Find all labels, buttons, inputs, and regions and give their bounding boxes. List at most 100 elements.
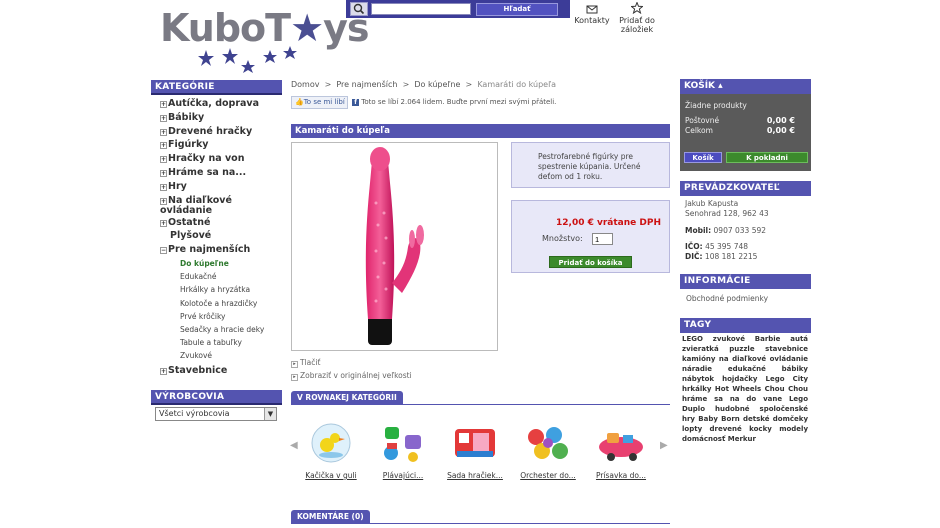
category-item[interactable]: + Na diaľkové ovládanie <box>160 194 285 216</box>
add-to-cart-button[interactable]: Pridať do košíka <box>549 256 632 268</box>
tag-link[interactable]: drevené <box>710 425 742 433</box>
category-item-expanded[interactable]: − Pre najmenších <box>160 243 285 257</box>
tag-link[interactable]: Merkur <box>728 435 756 443</box>
tag-link[interactable]: kamióny <box>682 355 715 363</box>
tag-link[interactable]: modely <box>779 425 808 433</box>
tag-link[interactable]: zvukové <box>713 335 745 343</box>
tag-link[interactable]: vane <box>763 395 782 403</box>
subcategory-item[interactable]: Do kúpeľne <box>160 257 285 270</box>
category-list: + Autíčka, doprava + Bábiky + Drevené hračk… <box>160 97 285 378</box>
category-item[interactable]: + Hráme sa na... <box>160 166 285 180</box>
related-product[interactable]: Orchester do... <box>514 421 582 480</box>
cart-header[interactable]: KOŠÍK ▴ <box>680 79 811 94</box>
subcategory-item[interactable]: Edukačné <box>160 270 285 283</box>
tag-link[interactable]: edukačné <box>728 365 766 373</box>
tag-link[interactable]: stavebnice <box>765 345 808 353</box>
tag-link[interactable]: City <box>793 375 808 383</box>
comments-tabbar: KOMENTÁRE (0) <box>291 510 670 524</box>
breadcrumb-link[interactable]: Do kúpeľne <box>414 80 460 89</box>
related-product[interactable]: Kačička v guli <box>297 421 365 480</box>
tag-link[interactable]: domácnosť <box>682 435 725 443</box>
tag-link[interactable]: Lego <box>765 375 784 383</box>
tag-link[interactable]: Born <box>721 415 740 423</box>
subcategory-item[interactable]: Hrkálky a hryzátka <box>160 283 285 296</box>
tag-link[interactable]: hry <box>682 415 695 423</box>
breadcrumb-link[interactable]: Domov <box>291 80 319 89</box>
contacts-link[interactable]: Kontakty <box>572 4 612 25</box>
tag-link[interactable]: Wheels <box>732 385 761 393</box>
original-size-link[interactable]: ▸ Zobraziť v originálnej veľkosti <box>291 371 412 381</box>
related-product[interactable]: Sada hračiek... <box>441 421 509 480</box>
tag-link[interactable]: Chou <box>788 385 808 393</box>
subcategory-item[interactable]: Prvé krôčiky <box>160 310 285 323</box>
tag-link[interactable]: náradie <box>682 365 712 373</box>
tag-link[interactable]: kocky <box>749 425 772 433</box>
tag-link[interactable]: autá <box>790 335 808 343</box>
subcategory-item[interactable]: Zvukové <box>160 349 285 362</box>
category-item[interactable]: + Hračky na von <box>160 152 285 166</box>
checkout-button[interactable]: K pokladni <box>726 152 808 163</box>
info-header: INFORMÁCIE <box>680 274 811 289</box>
tag-link[interactable]: Duplo <box>682 405 705 413</box>
subcategory-item[interactable]: Tabule a tabuľky <box>160 336 285 349</box>
tag-link[interactable]: domčeky <box>773 415 808 423</box>
tag-link[interactable]: puzzle <box>729 345 754 353</box>
tag-link[interactable]: hrkálky <box>682 385 711 393</box>
tag-link[interactable]: na <box>730 395 740 403</box>
facebook-like-button[interactable]: 👍To se mi líbí <box>291 96 348 109</box>
product-thumbnail <box>455 429 495 457</box>
tag-link[interactable]: Chou <box>765 385 785 393</box>
carousel-next-icon[interactable]: ▶ <box>660 440 668 451</box>
category-item[interactable]: + Autíčka, doprava <box>160 97 285 111</box>
tag-link[interactable]: detské <box>743 415 770 423</box>
tag-link[interactable]: Hot <box>715 385 729 393</box>
tag-link[interactable]: bábiky <box>782 365 808 373</box>
expand-icon: + <box>160 368 167 376</box>
tag-link[interactable]: na diaľkové ovládanie <box>719 355 808 363</box>
expand-icon: + <box>160 101 167 108</box>
breadcrumb-link[interactable]: Pre najmenších <box>336 80 397 89</box>
terms-link[interactable]: Obchodné podmienky <box>686 294 768 304</box>
category-item[interactable]: + Stavebnice <box>160 364 285 378</box>
tag-link[interactable]: Baby <box>698 415 718 423</box>
category-item[interactable]: + Hry <box>160 180 285 194</box>
category-item[interactable]: + Figúrky <box>160 138 285 152</box>
tag-link[interactable]: nábytok <box>682 375 714 383</box>
product-title: Kamaráti do kúpeľa <box>291 124 670 138</box>
tag-link[interactable]: hudobné <box>715 405 750 413</box>
expand-icon: + <box>160 183 167 191</box>
cart-button[interactable]: Košík <box>684 152 722 163</box>
category-item[interactable]: + Drevené hračky <box>160 125 285 139</box>
quantity-input[interactable] <box>592 233 613 245</box>
subcategory-item[interactable]: Sedačky a hracie deky <box>160 323 285 336</box>
tag-link[interactable]: sa <box>714 395 723 403</box>
tag-link[interactable]: Lego <box>789 395 808 403</box>
print-link[interactable]: ▸ Tlačiť <box>291 358 320 368</box>
related-product[interactable]: Prísavka do... <box>587 421 655 480</box>
tag-link[interactable]: LEGO <box>682 335 703 343</box>
category-item[interactable]: + Bábiky <box>160 111 285 125</box>
product-image[interactable] <box>291 142 498 351</box>
bookmark-link[interactable]: Pridať do záložiek <box>616 2 658 34</box>
tag-link[interactable]: lopty <box>682 425 702 433</box>
expand-icon: + <box>160 128 167 136</box>
product-thumbnail <box>311 423 351 463</box>
search-button[interactable]: Hľadať <box>476 3 558 16</box>
cart-shipping-row: Poštovné 0,00 € <box>685 116 795 125</box>
tab-comments[interactable]: KOMENTÁRE (0) <box>291 510 370 524</box>
subcategory-item[interactable]: Kolotoče a hrazdičky <box>160 297 285 310</box>
category-item[interactable]: Plyšové <box>160 229 285 243</box>
tab-same-category[interactable]: V ROVNAKEJ KATEGÓRII <box>291 391 403 405</box>
search-icon[interactable] <box>350 2 368 16</box>
tag-link[interactable]: spoločenské <box>760 405 808 413</box>
related-product[interactable]: Plávajúci... <box>369 421 437 480</box>
search-input[interactable] <box>371 3 471 15</box>
tag-link[interactable]: do <box>746 395 756 403</box>
tag-link[interactable]: zvieratká <box>682 345 719 353</box>
tag-link[interactable]: Barbie <box>755 335 781 343</box>
tag-link[interactable]: hojdačky <box>722 375 757 383</box>
category-item[interactable]: + Ostatné <box>160 216 285 230</box>
tag-link[interactable]: hráme <box>682 395 707 403</box>
makers-select[interactable]: Všetci výrobcovia ▼ <box>155 407 277 421</box>
product-thumbnail <box>384 427 421 462</box>
